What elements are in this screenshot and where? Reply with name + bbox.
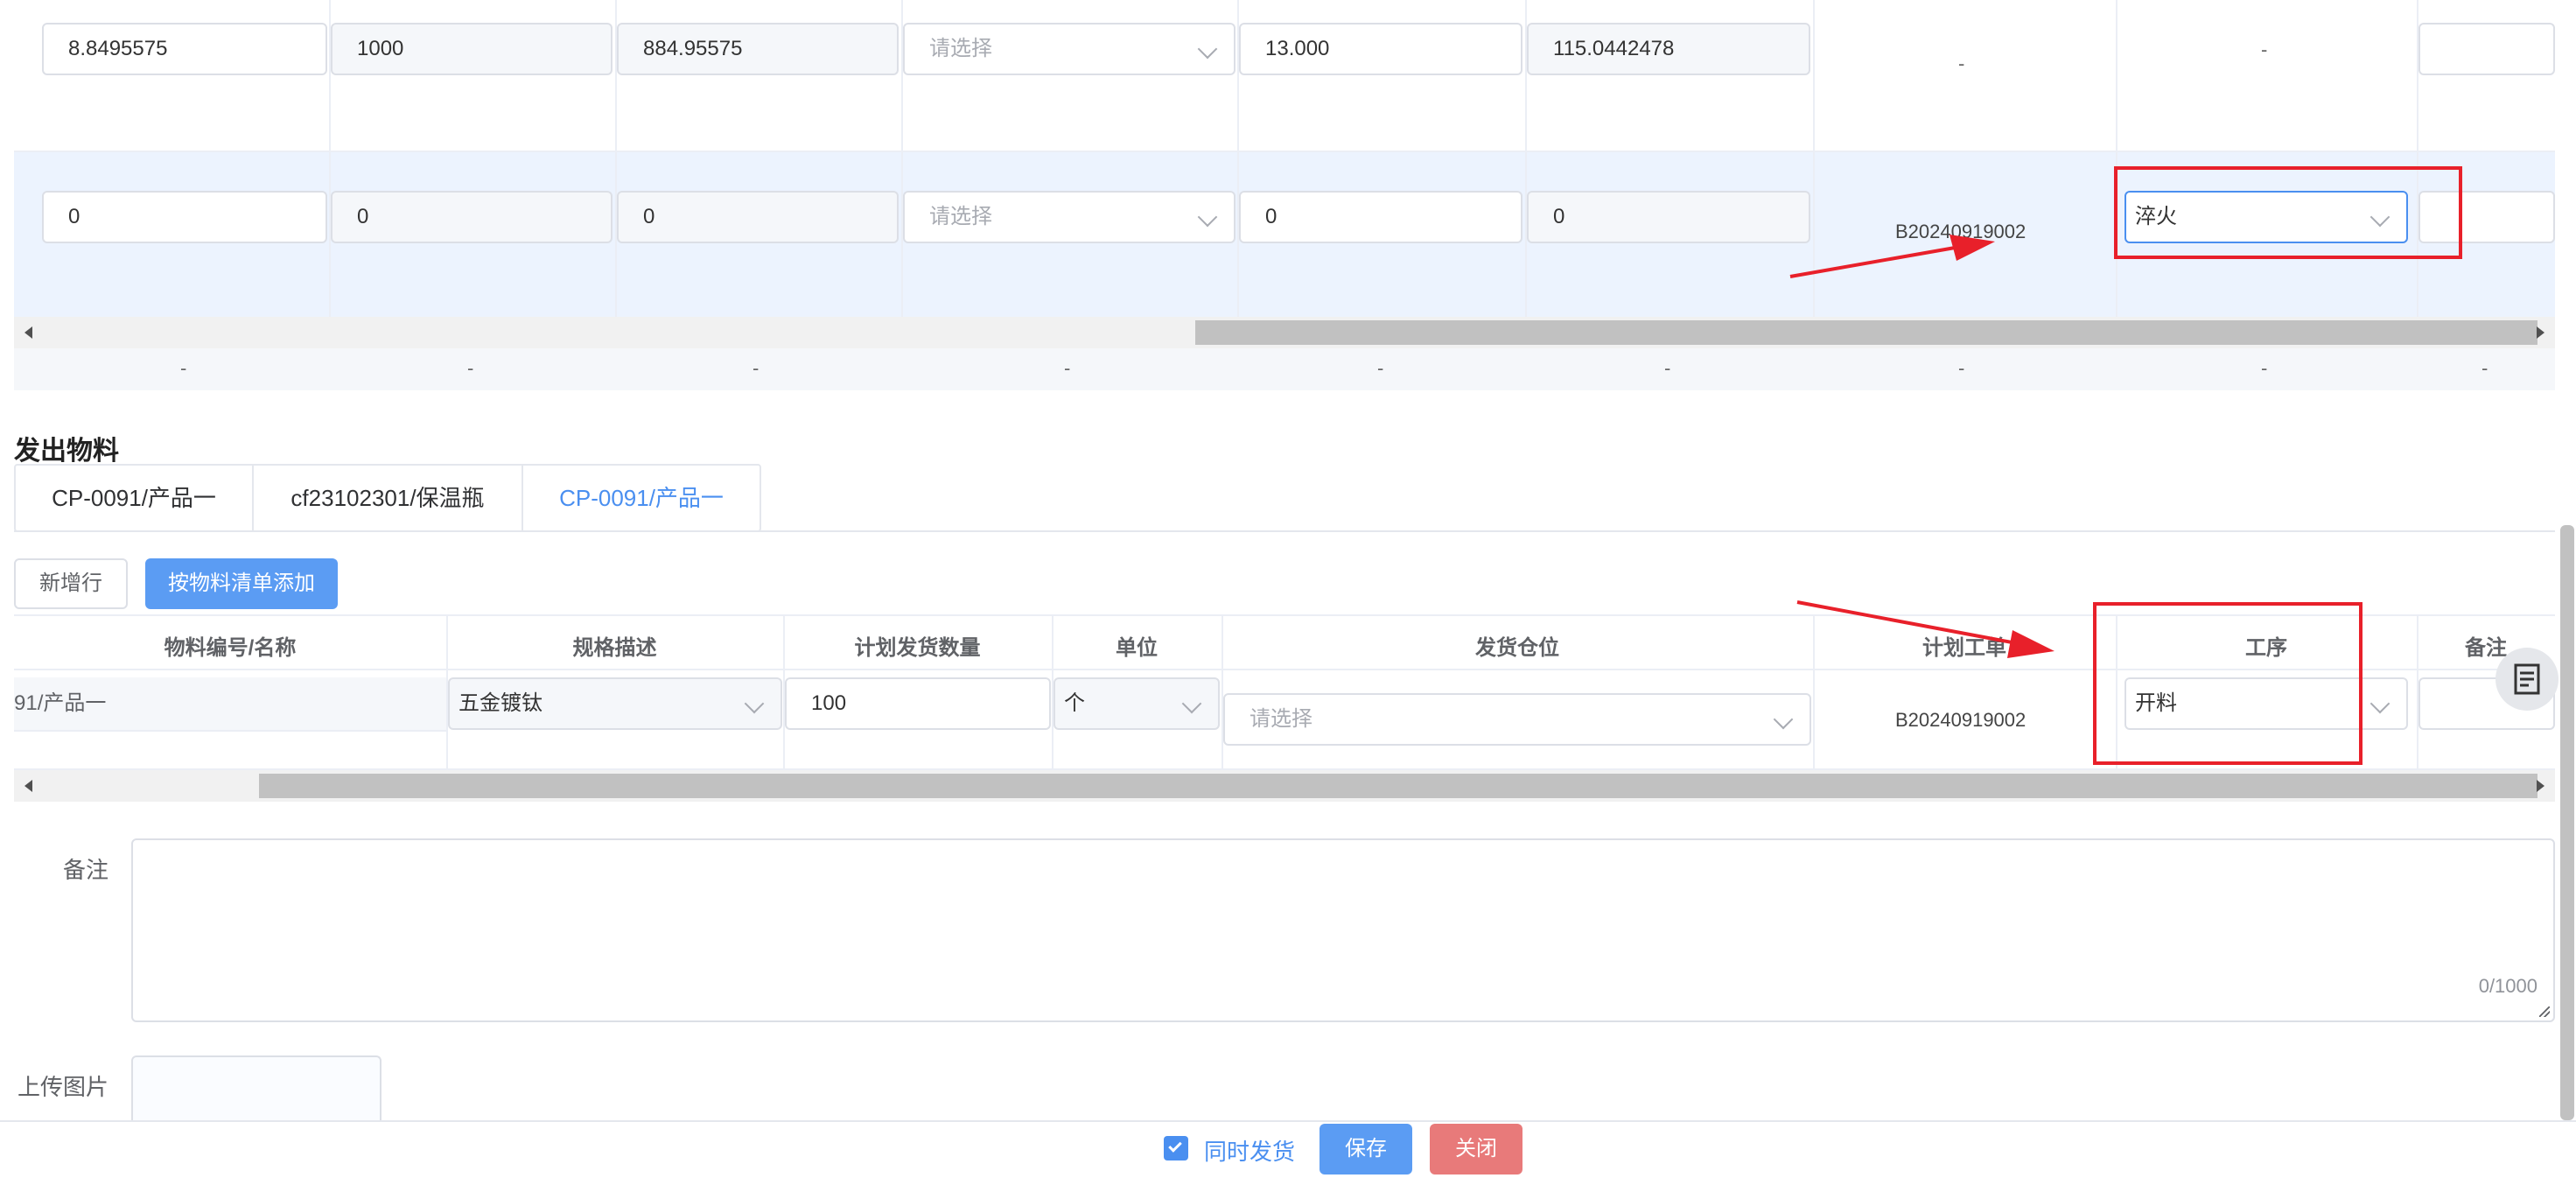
annotation-arrow [1789,235,1995,278]
annotation-arrows [1789,235,2054,658]
annotation-arrow [1796,600,2054,658]
